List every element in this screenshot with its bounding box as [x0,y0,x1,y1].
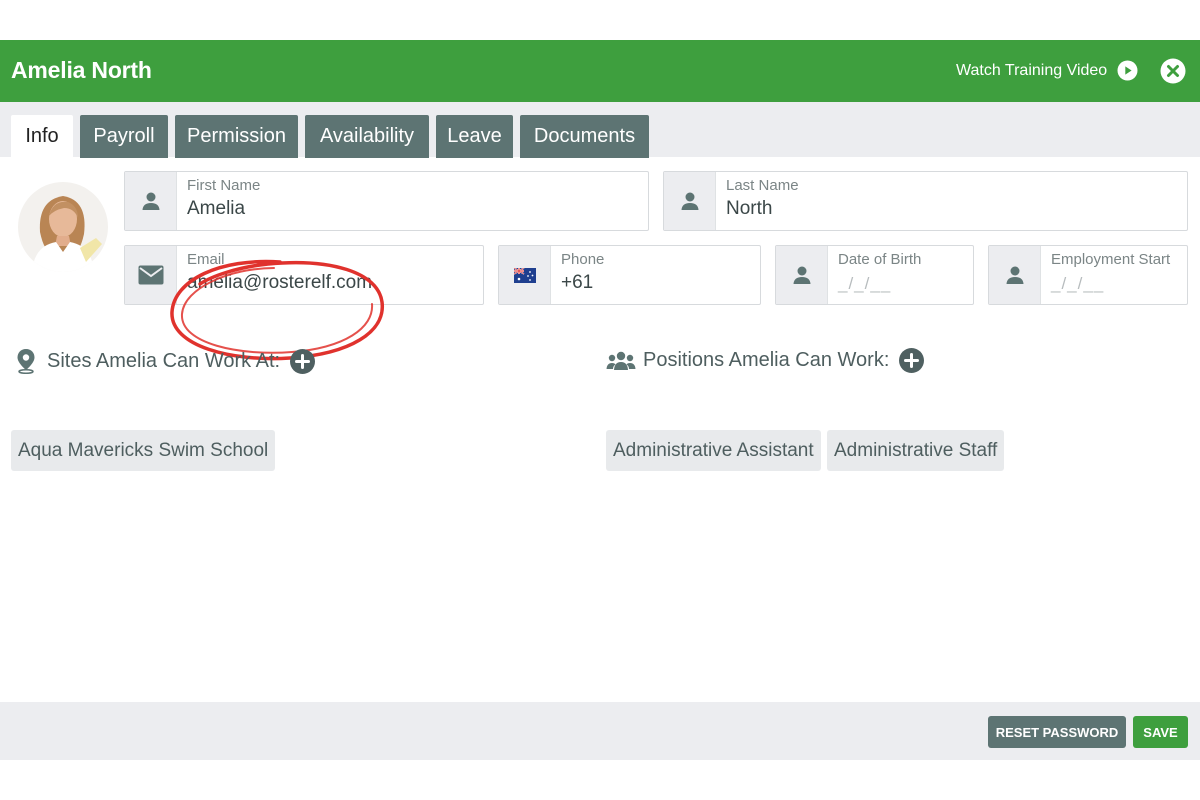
play-circle-icon [1117,60,1138,81]
watch-training-video-label: Watch Training Video [956,61,1108,79]
date-of-birth-placeholder[interactable]: _/_/__ [838,274,891,294]
first-name-value[interactable]: Amelia [187,198,245,220]
last-name-field[interactable]: Last Name North [663,171,1188,231]
staff-modal: Amelia North Watch Training Video Info P… [0,40,1200,760]
modal-footer: RESET PASSWORD SAVE [0,702,1200,760]
save-button[interactable]: SAVE [1133,716,1188,748]
first-name-field[interactable]: First Name Amelia [124,171,649,231]
date-of-birth-field[interactable]: Date of Birth _/_/__ [775,245,974,305]
person-icon [989,246,1041,304]
modal-header: Amelia North Watch Training Video [0,40,1200,102]
date-of-birth-label: Date of Birth [838,251,922,268]
map-pin-icon [17,349,35,374]
person-icon [664,172,716,230]
australia-flag-icon[interactable] [499,246,551,304]
watch-training-video-link[interactable]: Watch Training Video [956,60,1138,81]
last-name-value[interactable]: North [726,198,772,220]
phone-value[interactable]: +61 [561,272,593,294]
position-chip[interactable]: Administrative Staff [827,430,1005,471]
employment-start-placeholder[interactable]: _/_/__ [1051,274,1104,294]
avatar[interactable] [18,182,108,272]
users-icon [606,351,636,370]
sites-title-label: Sites Amelia Can Work At: [47,349,281,372]
close-icon[interactable] [1160,58,1186,84]
site-chip[interactable]: Aqua Mavericks Swim School [11,430,276,471]
tab-permission[interactable]: Permission [175,115,298,158]
last-name-label: Last Name [726,177,799,194]
email-field[interactable]: Email amelia@rosterelf.com [124,245,484,305]
phone-field[interactable]: Phone +61 [498,245,761,305]
person-icon [776,246,828,304]
tab-documents[interactable]: Documents [520,115,649,158]
phone-label: Phone [561,251,605,268]
email-value[interactable]: amelia@rosterelf.com [187,272,372,294]
positions-section-title: Positions Amelia Can Work: [606,348,925,373]
reset-password-button[interactable]: RESET PASSWORD [988,716,1126,748]
tab-payroll[interactable]: Payroll [80,115,168,158]
position-chip[interactable]: Administrative Assistant [606,430,821,471]
page-title: Amelia North [11,57,152,83]
add-site-button[interactable] [290,348,316,374]
add-position-button[interactable] [899,348,925,373]
person-icon [125,172,177,230]
tab-info[interactable]: Info [11,115,73,158]
employment-start-label: Employment Start [1051,251,1171,268]
tab-availability[interactable]: Availability [305,115,429,158]
envelope-icon [125,246,177,304]
employment-start-field[interactable]: Employment Start _/_/__ [988,245,1188,305]
email-label: Email [187,251,225,268]
first-name-label: First Name [187,177,261,194]
sites-section-title: Sites Amelia Can Work At: [16,348,316,374]
positions-title-label: Positions Amelia Can Work: [643,349,890,371]
tab-leave[interactable]: Leave [436,115,513,158]
tab-bar: Info Payroll Permission Availability Lea… [0,102,1200,158]
